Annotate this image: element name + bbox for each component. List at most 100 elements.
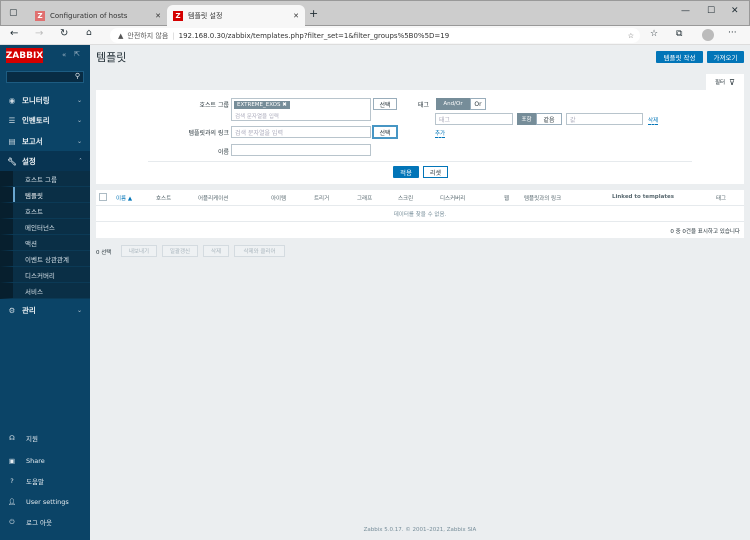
url-text: 192.168.0.30/zabbix/templates.php?filter… bbox=[178, 31, 450, 40]
or-toggle[interactable]: Or bbox=[470, 98, 486, 110]
menu-share[interactable]: ▣ Share bbox=[0, 453, 90, 469]
column-discovery: 디스커버리 bbox=[440, 196, 466, 202]
remove-tag-link[interactable]: 삭제 bbox=[648, 116, 659, 125]
filter-panel: 호스트 그룹 EXTREME_EXOS ✖ 검색 문자열을 입력 선택 템플릿과… bbox=[96, 90, 744, 184]
home-icon[interactable]: ⌂ bbox=[86, 28, 92, 38]
chevron-down-icon: ⌄ bbox=[76, 306, 82, 314]
new-tab-icon[interactable]: + bbox=[309, 7, 318, 20]
linked-templates-input[interactable]: 검색 문자열을 입력 bbox=[231, 126, 371, 138]
headset-icon: ☊ bbox=[9, 434, 15, 442]
menu-support[interactable]: ☊ 지원 bbox=[0, 430, 90, 446]
name-label: 이름 bbox=[217, 149, 229, 156]
remove-chip-icon[interactable]: ✖ bbox=[282, 102, 287, 108]
divider bbox=[148, 161, 692, 162]
zabbix-logo[interactable]: ZABBIX bbox=[6, 48, 43, 63]
url-field[interactable]: ▲ 안전하지 않음 | 192.168.0.30/zabbix/templates.p… bbox=[110, 28, 640, 43]
submenu-maintenance[interactable]: 메인터넌스 bbox=[0, 219, 90, 235]
menu-label: 보고서 bbox=[22, 136, 43, 146]
menu-label: User settings bbox=[26, 498, 69, 506]
menu-label: 모니터링 bbox=[22, 95, 50, 105]
submenu-templates[interactable]: 템플릿 bbox=[0, 187, 90, 203]
column-tags: 태그 bbox=[716, 196, 727, 202]
reload-icon[interactable]: ↻ bbox=[60, 28, 68, 39]
chevron-down-icon: ⌄ bbox=[76, 96, 82, 104]
menu-configuration[interactable]: 🔧︎ 설정 ˄ bbox=[0, 151, 90, 171]
mass-update-button[interactable]: 일괄갱신 bbox=[162, 245, 198, 257]
menu-label: Share bbox=[26, 457, 45, 465]
apply-button[interactable]: 적용 bbox=[393, 166, 419, 178]
sidebar-search-input[interactable]: ⚲ bbox=[6, 71, 84, 83]
menu-label: 로그 아웃 bbox=[26, 519, 52, 527]
wrench-icon: 🔧︎ bbox=[7, 156, 17, 166]
linked-templates-select-button[interactable]: 선택 bbox=[373, 126, 397, 138]
delete-button[interactable]: 삭제 bbox=[203, 245, 229, 257]
submenu-discovery[interactable]: 디스커버리 bbox=[0, 267, 90, 283]
zabbix-favicon: Z bbox=[35, 11, 45, 21]
create-template-button[interactable]: 템플릿 작성 bbox=[656, 51, 703, 63]
menu-inventory[interactable]: ☰ 인벤토리 ⌄ bbox=[0, 110, 90, 130]
forward-icon[interactable]: → bbox=[35, 28, 43, 39]
andor-toggle[interactable]: And/Or bbox=[436, 98, 470, 110]
back-icon[interactable]: ← bbox=[10, 28, 18, 39]
kiosk-icon[interactable]: ⇱ bbox=[74, 50, 80, 58]
window-close-icon[interactable]: ✕ bbox=[731, 6, 739, 16]
select-all-checkbox[interactable] bbox=[99, 193, 107, 201]
submenu-services[interactable]: 서비스 bbox=[0, 283, 90, 299]
menu-user-settings[interactable]: 👤︎ User settings bbox=[0, 494, 90, 510]
tab-actions-icon[interactable]: ▢ bbox=[9, 8, 18, 18]
favorite-icon[interactable]: ☆ bbox=[628, 32, 634, 40]
power-icon: ⏻ bbox=[9, 517, 15, 526]
menu-reports[interactable]: ▤ 보고서 ⌄ bbox=[0, 131, 90, 151]
close-icon[interactable]: ✕ bbox=[293, 12, 299, 20]
add-tag-link[interactable]: 추가 bbox=[435, 129, 446, 138]
page-title: 템플릿 bbox=[96, 51, 127, 64]
menu-logout[interactable]: ⏻ 로그 아웃 bbox=[0, 514, 90, 530]
chevron-down-icon: ⌄ bbox=[76, 116, 82, 124]
name-input[interactable] bbox=[231, 144, 371, 156]
empty-message: 데이터를 찾을 수 없음. bbox=[393, 212, 447, 218]
tab-hosts[interactable]: Z Configuration of hosts ✕ bbox=[29, 5, 167, 27]
submenu-event-correlation[interactable]: 이벤트 상관관계 bbox=[0, 251, 90, 267]
delete-clear-button[interactable]: 삭제와 클리어 bbox=[234, 245, 285, 257]
menu-administration[interactable]: ⚙ 관리 ⌄ bbox=[0, 300, 90, 320]
tag-name-input[interactable]: 태그 bbox=[435, 113, 513, 125]
menu-help[interactable]: ? 도움말 bbox=[0, 473, 90, 489]
host-group-select-button[interactable]: 선택 bbox=[373, 98, 397, 110]
tab-title: 템플릿 설정 bbox=[188, 12, 223, 20]
menu-label: 설정 bbox=[22, 156, 36, 166]
user-icon: 👤︎ bbox=[7, 498, 17, 506]
maximize-icon[interactable]: ☐ bbox=[707, 6, 715, 16]
favorites-icon[interactable]: ☆ bbox=[650, 29, 658, 39]
minimize-icon[interactable]: — bbox=[681, 6, 690, 16]
selected-count: 0 선택 bbox=[96, 250, 112, 256]
reset-button[interactable]: 리셋 bbox=[423, 166, 448, 178]
column-name-sort[interactable]: 이름 ▲ bbox=[116, 194, 132, 202]
menu-label: 관리 bbox=[22, 305, 36, 315]
submenu-host-groups[interactable]: 호스트 그룹 bbox=[0, 171, 90, 187]
chevron-up-icon: ˄ bbox=[79, 157, 82, 165]
close-icon[interactable]: ✕ bbox=[155, 12, 161, 20]
submenu-hosts[interactable]: 호스트 bbox=[0, 203, 90, 219]
import-button[interactable]: 가져오기 bbox=[707, 51, 744, 63]
host-group-multiselect[interactable]: EXTREME_EXOS ✖ 검색 문자열을 입력 bbox=[231, 98, 371, 121]
profile-avatar[interactable] bbox=[702, 29, 714, 41]
submenu-actions[interactable]: 액션 bbox=[0, 235, 90, 251]
column-linked-to-templates: Linked to templates bbox=[612, 194, 674, 200]
contains-toggle[interactable]: 포함 bbox=[517, 113, 536, 125]
tag-value-input[interactable]: 값 bbox=[566, 113, 643, 125]
collapse-icon[interactable]: « bbox=[62, 51, 66, 59]
browser-tab-bar: ▢ Z Configuration of hosts ✕ Z 템플릿 설정 ✕ + — … bbox=[0, 0, 750, 27]
tab-templates[interactable]: Z 템플릿 설정 ✕ bbox=[167, 5, 305, 27]
more-icon[interactable]: ··· bbox=[728, 28, 737, 38]
filter-tab[interactable]: 필터 ⊽ bbox=[706, 74, 744, 90]
divider bbox=[96, 205, 744, 206]
chevron-down-icon: ⌄ bbox=[76, 137, 82, 145]
menu-monitoring[interactable]: ◉ 모니터링 ⌄ bbox=[0, 90, 90, 110]
collections-icon[interactable]: ⧉ bbox=[676, 29, 682, 39]
separator: | bbox=[172, 31, 175, 40]
equals-toggle[interactable]: 같음 bbox=[536, 113, 562, 125]
list-icon: ☰ bbox=[8, 115, 16, 125]
export-button[interactable]: 내보내기 bbox=[121, 245, 157, 257]
security-label: 안전하지 않음 bbox=[127, 31, 169, 40]
help-icon: ? bbox=[10, 477, 14, 485]
